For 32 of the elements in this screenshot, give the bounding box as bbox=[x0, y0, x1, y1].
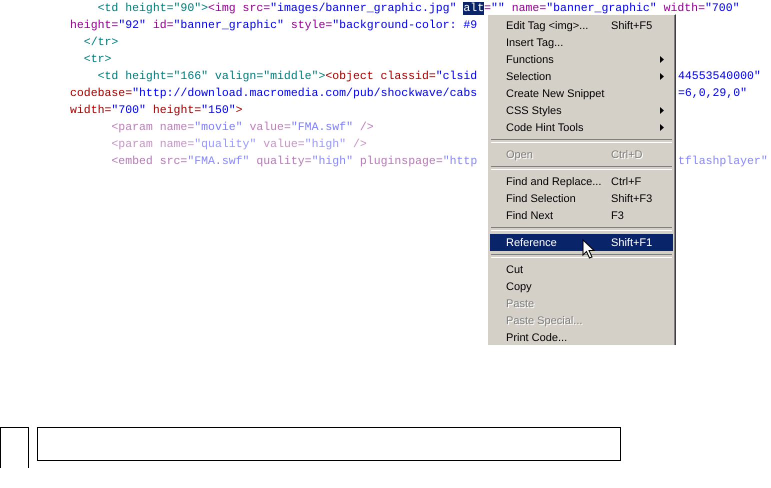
code-line: 44553540000" bbox=[677, 69, 762, 84]
code-line: codebase="http://download.macromedia.com/pub/shockwave/cabs bbox=[70, 86, 478, 101]
menu-item[interactable]: Find Selection Shift+F3 bbox=[490, 190, 673, 207]
menu-item[interactable]: Edit Tag <img>... Shift+F5 bbox=[490, 17, 673, 34]
menu-item[interactable]: Print Code... bbox=[490, 329, 673, 345]
submenu-arrow-icon bbox=[660, 107, 664, 114]
menu-item[interactable]: Create New Snippet bbox=[490, 85, 673, 102]
menu-item[interactable]: CSS Styles bbox=[490, 102, 673, 119]
code-line: <tr> bbox=[82, 52, 112, 67]
code-line: height="92" id="banner_graphic" style="background-color: #9 bbox=[70, 18, 478, 33]
menu-item[interactable]: Find and Replace... Ctrl+F bbox=[490, 173, 673, 190]
mouse-pointer-icon bbox=[582, 239, 595, 259]
menu-item[interactable]: Copy bbox=[490, 278, 673, 295]
submenu-arrow-icon bbox=[660, 124, 664, 131]
code-line: <embed src="FMA.swf" quality="high" pluginspage="http bbox=[110, 154, 478, 169]
empty-frame bbox=[0, 427, 29, 468]
menu-item[interactable]: Cut bbox=[490, 261, 673, 278]
submenu-arrow-icon bbox=[660, 73, 664, 80]
code-line: =6,0,29,0" bbox=[677, 86, 748, 101]
code-line: <td height="166" valign="middle"><object classid="clsid bbox=[96, 69, 478, 84]
code-line: </tr> bbox=[82, 35, 120, 50]
menu-item[interactable]: Code Hint Tools bbox=[490, 119, 673, 136]
code-line: tflashplayer" bbox=[677, 154, 769, 169]
code-line: <param name="quality" value="high" /> bbox=[110, 137, 368, 152]
code-line: <td height="90"><img src="images/banner_graphic.jpg" alt="" name="banner_graphic" width="700" bbox=[96, 1, 740, 16]
menu-item[interactable]: Functions bbox=[490, 51, 673, 68]
code-line: width="700" height="150"> bbox=[70, 103, 244, 118]
code-line: <param name="movie" value="FMA.swf" /> bbox=[110, 120, 375, 135]
submenu-arrow-icon bbox=[660, 56, 664, 63]
menu-item[interactable]: Selection bbox=[490, 68, 673, 85]
menu-item[interactable]: Find Next F3 bbox=[490, 207, 673, 224]
menu-item[interactable]: Insert Tag... bbox=[490, 34, 673, 51]
